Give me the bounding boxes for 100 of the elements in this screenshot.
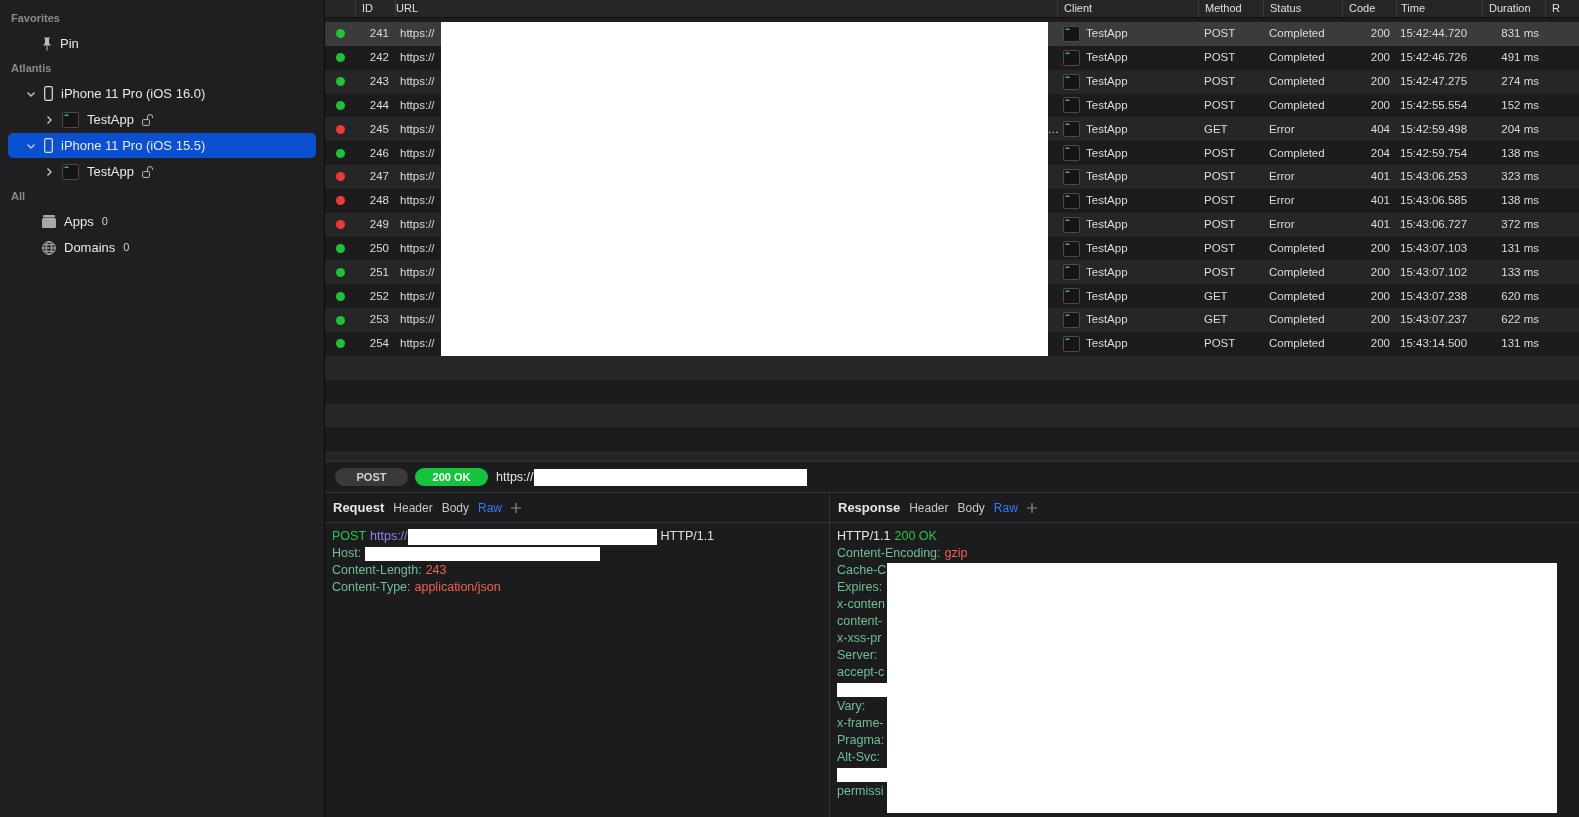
sidebar-item[interactable]: iPhone 11 Pro (iOS 16.0) — [8, 81, 316, 106]
table-cell-text: 200 — [1370, 264, 1390, 280]
app-window-icon — [1063, 73, 1080, 90]
table-cell-text: 622 ms — [1501, 312, 1539, 328]
pane-tab[interactable]: Header — [909, 498, 949, 517]
sidebar-item[interactable]: TestApp — [8, 107, 316, 132]
table-cell-text: TestApp — [1086, 50, 1128, 66]
chevron-icon[interactable] — [44, 114, 54, 125]
column-header[interactable]: Time — [1396, 0, 1482, 17]
section-heading: Favorites — [10, 11, 61, 26]
table-cell-text: Error — [1269, 217, 1295, 233]
header-name: Alt-Svc: — [837, 749, 881, 767]
table-cell-text: 15:43:06.727 — [1400, 217, 1468, 233]
table-cell-text: https:// — [400, 288, 435, 304]
plus-icon[interactable] — [511, 502, 522, 513]
chevron-icon[interactable] — [44, 166, 54, 177]
app-window-icon — [1063, 25, 1080, 42]
app-window-icon — [62, 163, 79, 180]
table-cell-text: 200 — [1370, 312, 1390, 328]
table-cell-text: 15:42:46.726 — [1400, 50, 1468, 66]
plus-icon[interactable] — [1026, 502, 1037, 513]
table-cell-text: Error — [1269, 121, 1295, 137]
table-cell-text: 250 — [369, 240, 389, 256]
header-name: Cache-C — [837, 562, 887, 580]
table-cell-text: 138 ms — [1501, 145, 1539, 161]
table-cell-text: Completed — [1269, 312, 1325, 328]
pane-tab[interactable]: Raw — [993, 498, 1018, 517]
table-cell-text: TestApp — [1086, 145, 1128, 161]
column-header[interactable]: R — [1545, 0, 1579, 17]
sidebar-item[interactable]: Apps 0 — [8, 209, 316, 234]
table-cell-text: 152 ms — [1501, 97, 1539, 113]
sidebar-item-label: TestApp — [87, 162, 134, 181]
table-cell-text: POST — [1204, 193, 1236, 209]
sidebar-item-label: Domains — [64, 238, 116, 257]
table-cell-text: 254 — [369, 336, 389, 352]
sidebar-item[interactable]: Pin — [8, 31, 316, 56]
app-window-icon — [1063, 288, 1080, 305]
sidebar-item-label: Pin — [60, 34, 79, 53]
table-cell-text: https:// — [400, 336, 435, 352]
table-cell-text: 372 ms — [1501, 217, 1539, 233]
table-cell-text: 15:42:55.554 — [1400, 97, 1468, 113]
table-row[interactable]: 253 https:// TestApp GET Completed 200 15:43:07.237 622 ms — [325, 308, 1579, 332]
table-cell-text: 200 — [1370, 336, 1390, 352]
column-header[interactable]: URL — [395, 0, 1057, 17]
table-cell-text: 252 — [369, 288, 389, 304]
table-cell-text: Completed — [1269, 288, 1325, 304]
column-header[interactable]: ID — [355, 0, 395, 17]
table-cell-text: 401 — [1370, 217, 1390, 233]
header-name: Pragma: — [837, 732, 885, 750]
column-header[interactable]: Status — [1263, 0, 1342, 17]
table-row[interactable]: 249 https:// TestApp POST Error 401 15:43:06.727 372 ms — [325, 212, 1579, 237]
table-cell-text: Completed — [1269, 97, 1325, 113]
item-count: 0 — [101, 214, 108, 230]
table-cell-text: https:// — [400, 121, 435, 137]
table-row[interactable]: 245 https:// … TestApp GET Error 404 15:42:59.498 204 ms — [325, 117, 1579, 142]
header-name: Content-Encoding: — [837, 545, 941, 563]
pane-tab[interactable]: Header — [393, 498, 433, 517]
table-cell-text: https:// — [400, 74, 435, 89]
table-cell-text: Completed — [1269, 240, 1325, 256]
pane-tab[interactable]: Body — [957, 498, 985, 517]
sidebar-item[interactable]: Domains 0 — [8, 235, 316, 260]
section-heading: Atlantis — [10, 61, 53, 76]
table-cell-text: https:// — [400, 240, 435, 256]
table-cell-text: 138 ms — [1501, 193, 1539, 209]
table-row[interactable]: 247 https:// TestApp POST Error 401 15:43:06.253 323 ms — [325, 165, 1579, 189]
table-cell-text: https:// — [400, 26, 435, 42]
header-value: gzip — [944, 545, 968, 563]
table-row[interactable]: 243 https:// TestApp POST Completed 200 15:42:47.275 274 ms — [325, 69, 1579, 94]
column-header[interactable]: Client — [1057, 0, 1198, 17]
table-cell-text: 249 — [369, 217, 389, 233]
table-cell-text: Completed — [1269, 264, 1325, 280]
table-row[interactable]: 241 https:// TestApp POST Completed 200 15:42:44.720 831 ms — [325, 22, 1579, 46]
header-name: Content-Length: — [332, 562, 422, 580]
pane-tab[interactable]: Raw — [478, 498, 503, 517]
table-cell-text: 200 — [1370, 74, 1390, 89]
http-version: HTTP/1.1 — [837, 528, 891, 546]
table-cell-text: https:// — [400, 50, 435, 66]
header-name: content- — [837, 613, 883, 631]
globe-icon — [42, 240, 56, 255]
table-cell-text: 491 ms — [1501, 50, 1539, 66]
table-cell-text: 204 — [1370, 145, 1390, 161]
table-row[interactable]: 251 https:// TestApp POST Completed 200 15:43:07.102 133 ms — [325, 260, 1579, 285]
table-cell-text: 15:42:47.275 — [1400, 74, 1468, 89]
app-window-icon — [1063, 216, 1080, 233]
table-cell-text: TestApp — [1086, 240, 1128, 256]
table-cell-text: 401 — [1370, 169, 1390, 185]
sidebar-item[interactable]: TestApp — [8, 159, 316, 184]
column-header[interactable]: Code — [1342, 0, 1396, 17]
app-window-icon — [62, 111, 79, 128]
table-cell-text: https:// — [400, 264, 435, 280]
sidebar-item[interactable]: iPhone 11 Pro (iOS 15.5) — [8, 133, 316, 158]
column-header[interactable]: Method — [1198, 0, 1263, 17]
table-cell-text: 15:43:07.237 — [1400, 312, 1468, 328]
pane-tab[interactable]: Body — [441, 498, 469, 517]
table-cell-text: https:// — [400, 97, 435, 113]
table-cell-text: 243 — [369, 74, 389, 89]
column-header[interactable]: Duration — [1482, 0, 1545, 17]
table-cell-text: TestApp — [1086, 26, 1128, 42]
app-window-icon — [1063, 97, 1080, 114]
table-cell-text: Completed — [1269, 336, 1325, 352]
